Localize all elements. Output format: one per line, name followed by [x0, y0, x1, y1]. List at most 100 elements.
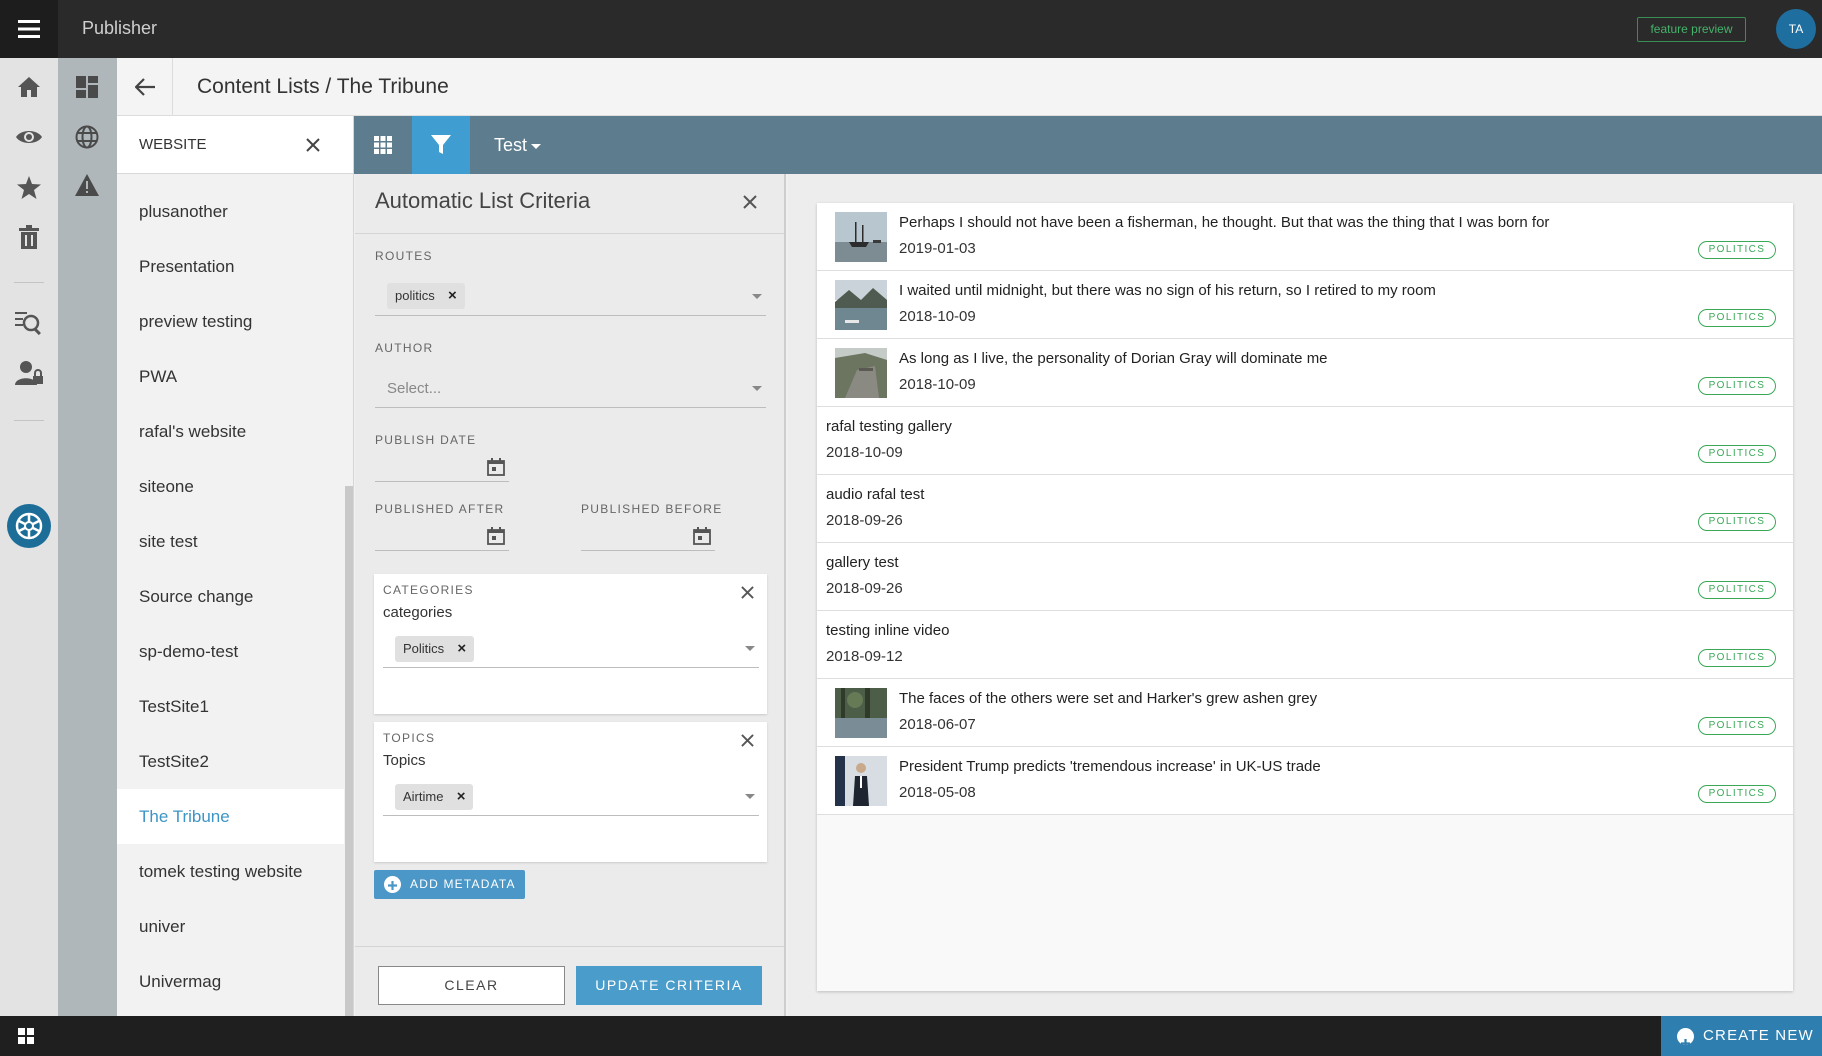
- clear-button[interactable]: CLEAR: [378, 966, 565, 1005]
- website-list-item[interactable]: Presentation: [117, 239, 344, 294]
- calendar-icon[interactable]: [487, 527, 505, 545]
- website-list-item[interactable]: TestSite2: [117, 734, 344, 789]
- published-before-input[interactable]: [581, 523, 715, 551]
- page-header: Content Lists / The Tribune: [117, 58, 1822, 116]
- result-thumbnail: [835, 688, 887, 738]
- result-thumbnail: [835, 280, 887, 330]
- apps-grid-icon[interactable]: [18, 1028, 34, 1044]
- website-list-item[interactable]: sp-demo-test: [117, 624, 344, 679]
- topic-chip: Airtime ×: [395, 784, 474, 810]
- main-nav-rail: [0, 58, 58, 1016]
- result-row[interactable]: Perhaps I should not have been a fisherm…: [817, 203, 1793, 271]
- remove-categories-button[interactable]: [737, 582, 757, 602]
- bottom-bar: CREATE NEW: [0, 1016, 1822, 1056]
- dashboard-icon[interactable]: [72, 72, 102, 102]
- star-icon[interactable]: [14, 172, 44, 202]
- close-icon: [743, 195, 757, 209]
- feature-preview-button[interactable]: feature preview: [1637, 17, 1746, 42]
- update-criteria-button[interactable]: UPDATE CRITERIA: [576, 966, 762, 1005]
- website-list-item[interactable]: TestSite1: [117, 679, 344, 734]
- globe-icon[interactable]: [72, 122, 102, 152]
- close-icon: [740, 733, 754, 747]
- calendar-icon[interactable]: [487, 458, 505, 476]
- website-list-item[interactable]: The Tribune: [117, 789, 344, 844]
- result-row[interactable]: I waited until midnight, but there was n…: [817, 271, 1793, 339]
- website-list-item[interactable]: siteone: [117, 459, 344, 514]
- author-select[interactable]: Select...: [375, 368, 766, 408]
- published-after-input[interactable]: [375, 523, 509, 551]
- app-title: Publisher: [82, 18, 158, 38]
- website-list: plusanother Presentation preview testing PW…: [117, 174, 353, 1009]
- status-badge: POLITICS: [1698, 513, 1776, 531]
- filter-button[interactable]: [412, 116, 470, 174]
- website-list-scrollbar[interactable]: [345, 486, 353, 1016]
- add-metadata-label: ADD METADATA: [410, 877, 516, 891]
- warning-icon[interactable]: [72, 170, 102, 200]
- result-row[interactable]: President Trump predicts 'tremendous inc…: [817, 747, 1793, 815]
- remove-chip-icon[interactable]: ×: [457, 784, 466, 810]
- content-search-icon[interactable]: [14, 308, 44, 338]
- categories-label: CATEGORIES: [383, 583, 474, 597]
- result-title: I waited until midnight, but there was n…: [899, 282, 1436, 299]
- hamburger-icon: [18, 20, 40, 38]
- nav-divider: [14, 282, 44, 283]
- calendar-icon[interactable]: [693, 527, 711, 545]
- menu-button[interactable]: [0, 0, 58, 58]
- result-thumbnail: [835, 348, 887, 398]
- grid-view-button[interactable]: [354, 116, 412, 174]
- website-panel-header: WEBSITE: [117, 116, 353, 174]
- remove-chip-icon[interactable]: ×: [457, 636, 466, 662]
- results-area: Perhaps I should not have been a fisherm…: [788, 174, 1822, 1016]
- caret-down-icon: [531, 143, 542, 149]
- result-title: testing inline video: [826, 622, 950, 639]
- remove-chip-icon[interactable]: ×: [448, 283, 457, 309]
- category-chip: Politics ×: [395, 636, 475, 662]
- website-list-item[interactable]: Source change: [117, 569, 344, 624]
- result-title: rafal testing gallery: [826, 418, 952, 435]
- website-list-item[interactable]: univer: [117, 899, 344, 954]
- result-date: 2018-06-07: [899, 716, 976, 733]
- result-date: 2018-10-09: [899, 308, 976, 325]
- list-name-dropdown[interactable]: Test: [494, 116, 542, 174]
- website-list-item[interactable]: site test: [117, 514, 344, 569]
- result-row[interactable]: rafal testing gallery 2018-10-09 POLITICS: [817, 407, 1793, 475]
- close-website-panel-button[interactable]: [303, 135, 323, 155]
- result-title: As long as I live, the personality of Do…: [899, 350, 1328, 367]
- remove-topics-button[interactable]: [737, 730, 757, 750]
- grid-icon: [374, 136, 392, 154]
- result-row[interactable]: testing inline video 2018-09-12 POLITICS: [817, 611, 1793, 679]
- website-list-item[interactable]: preview testing: [117, 294, 344, 349]
- route-chip-label: politics: [395, 288, 435, 303]
- topic-chip-label: Airtime: [403, 789, 444, 804]
- result-thumbnail: [835, 756, 887, 806]
- create-new-button[interactable]: CREATE NEW: [1661, 1016, 1822, 1056]
- result-date: 2018-10-09: [899, 376, 976, 393]
- result-row[interactable]: audio rafal test 2018-09-26 POLITICS: [817, 475, 1793, 543]
- back-button[interactable]: [117, 58, 173, 116]
- website-list-item[interactable]: rafal's website: [117, 404, 344, 459]
- result-row[interactable]: gallery test 2018-09-26 POLITICS: [817, 543, 1793, 611]
- website-list-item[interactable]: tomek testing website: [117, 844, 344, 899]
- status-badge: POLITICS: [1698, 785, 1776, 803]
- result-row[interactable]: The faces of the others were set and Har…: [817, 679, 1793, 747]
- eye-icon[interactable]: [14, 122, 44, 152]
- topics-select[interactable]: Airtime ×: [383, 776, 759, 816]
- add-metadata-button[interactable]: ADD METADATA: [374, 870, 525, 899]
- categories-select[interactable]: Politics ×: [383, 628, 759, 668]
- content-lists-icon[interactable]: [7, 504, 51, 548]
- result-row[interactable]: As long as I live, the personality of Do…: [817, 339, 1793, 407]
- user-lock-icon[interactable]: [14, 358, 44, 388]
- home-icon[interactable]: [14, 72, 44, 102]
- result-date: 2018-05-08: [899, 784, 976, 801]
- publish-date-input[interactable]: [375, 454, 509, 482]
- trash-icon[interactable]: [14, 222, 44, 252]
- close-icon: [740, 585, 754, 599]
- website-list-item[interactable]: Univermag: [117, 954, 344, 1009]
- status-badge: POLITICS: [1698, 309, 1776, 327]
- avatar[interactable]: TA: [1776, 9, 1816, 49]
- close-criteria-button[interactable]: [740, 192, 760, 212]
- website-list-item[interactable]: plusanother: [117, 184, 344, 239]
- routes-select[interactable]: politics ×: [375, 276, 766, 316]
- website-list-item[interactable]: PWA: [117, 349, 344, 404]
- status-badge: POLITICS: [1698, 241, 1776, 259]
